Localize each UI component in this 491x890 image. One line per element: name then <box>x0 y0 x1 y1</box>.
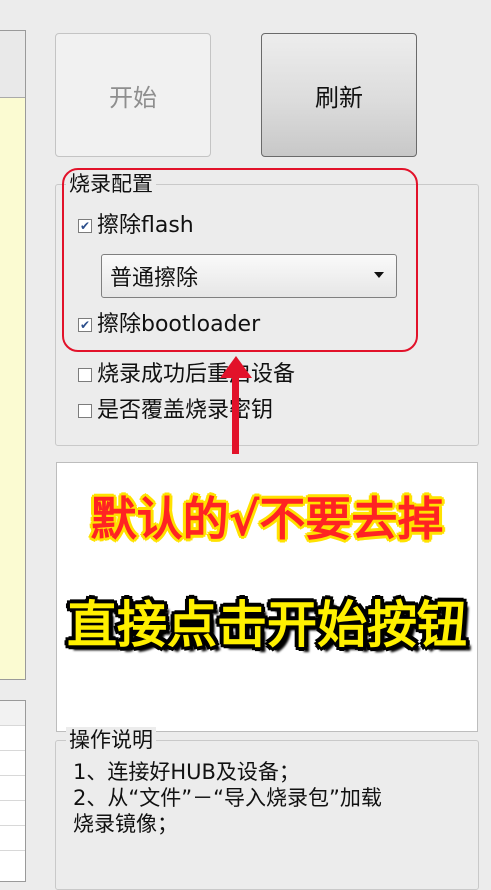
annotation-highlight-box <box>62 168 418 352</box>
device-list-panel <box>0 700 26 882</box>
table-row <box>0 726 25 751</box>
instruction-line: 烧录镜像； <box>73 812 178 836</box>
reboot-after-label: 烧录成功后重启设备 <box>97 362 296 387</box>
instruction-line: 1、连接好HUB及设备； <box>73 760 300 784</box>
refresh-button[interactable]: 刷新 <box>261 33 417 157</box>
banner-line-1: 默认的√不要去掉 <box>90 492 444 546</box>
instructions-title: 操作说明 <box>66 727 156 753</box>
banner-line-2: 直接点击开始按钮 <box>67 596 467 654</box>
reboot-after-checkbox[interactable]: 烧录成功后重启设备 <box>78 361 295 389</box>
instruction-banner: 默认的√不要去掉 直接点击开始按钮 <box>56 462 478 732</box>
table-row <box>0 826 25 851</box>
start-button[interactable]: 开始 <box>55 33 211 157</box>
instructions-text: 1、连接好HUB及设备； 2、从“文件”－“导入烧录包”加载 烧录镜像； <box>73 759 382 837</box>
table-row <box>0 701 25 726</box>
log-panel-header <box>0 31 25 98</box>
instructions-group: 操作说明 1、连接好HUB及设备； 2、从“文件”－“导入烧录包”加载 烧录镜像… <box>55 727 479 890</box>
table-row <box>0 751 25 776</box>
up-arrow-icon <box>220 356 252 454</box>
checkbox-unchecked-icon <box>78 368 92 382</box>
checkbox-unchecked-icon <box>78 404 92 418</box>
table-row <box>0 801 25 826</box>
table-row <box>0 776 25 801</box>
log-panel <box>0 30 26 680</box>
instruction-line: 2、从“文件”－“导入烧录包”加载 <box>73 786 382 810</box>
